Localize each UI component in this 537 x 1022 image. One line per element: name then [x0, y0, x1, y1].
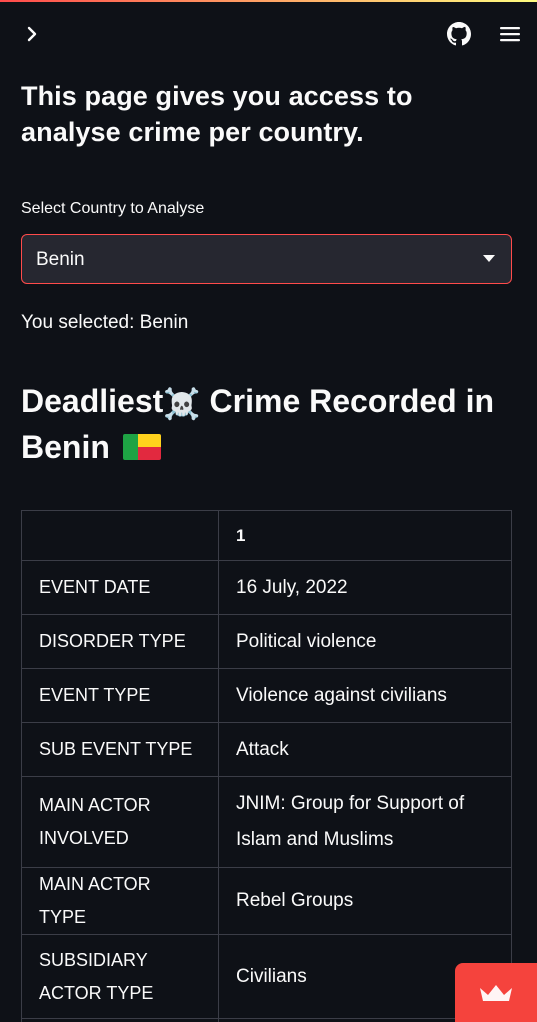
header	[0, 2, 537, 62]
table-row: EVENT DATE 16 July, 2022	[21, 560, 512, 615]
row-value: Violence against civilians	[218, 668, 512, 723]
row-value: JNIM: Group for Support of Islam and Mus…	[218, 776, 512, 868]
streamlit-crown-icon	[480, 984, 512, 1001]
intro-heading: This page gives you access to analyse cr…	[21, 81, 413, 147]
table-row: MAIN ACTOR INVOLVED JNIM: Group for Supp…	[21, 776, 512, 868]
table-row: MAIN ACTOR TYPE Rebel Groups	[21, 867, 512, 935]
benin-flag-icon	[122, 434, 161, 460]
selected-country-text: You selected: Benin	[21, 312, 189, 333]
table-column-header: 1	[218, 510, 512, 561]
table-row: DISORDER TYPE Political violence	[21, 614, 512, 669]
row-key: EVENT DATE	[21, 560, 219, 615]
row-key: SUBSIDIARY ACTOR TYPE	[21, 934, 219, 1019]
github-button[interactable]	[446, 21, 472, 47]
table-row: SUB EVENT TYPE Attack	[21, 722, 512, 777]
country-select[interactable]: Benin	[21, 234, 512, 284]
country-select-label: Select Country to Analyse	[21, 200, 205, 217]
row-key: DISORDER TYPE	[21, 614, 219, 669]
hamburger-menu-icon	[500, 27, 520, 42]
streamlit-badge-button[interactable]	[455, 963, 537, 1022]
main-content: This page gives you access to analyse cr…	[21, 78, 512, 468]
country-select-value: Benin	[36, 249, 85, 270]
row-value: Attack	[218, 722, 512, 777]
row-value: Rebel Groups	[218, 867, 512, 935]
row-key	[21, 1018, 219, 1022]
github-icon	[447, 22, 471, 46]
table-row: EVENT TYPE Violence against civilians	[21, 668, 512, 723]
skull-icon: ☠️	[163, 387, 201, 422]
deadliest-crime-heading: Deadliest☠️ Crime Recorded in Benin	[21, 380, 512, 468]
row-key: MAIN ACTOR TYPE	[21, 867, 219, 935]
app-page: This page gives you access to analyse cr…	[0, 0, 537, 1022]
chevron-right-icon	[27, 26, 37, 42]
row-value: 16 July, 2022	[218, 560, 512, 615]
deadliest-title-part1: Deadliest	[21, 383, 164, 419]
row-key: EVENT TYPE	[21, 668, 219, 723]
crime-details-table: 1 EVENT DATE 16 July, 2022 DISORDER TYPE…	[21, 510, 512, 1022]
row-value: Political violence	[218, 614, 512, 669]
expand-sidebar-button[interactable]	[20, 22, 44, 46]
table-index-header	[21, 510, 219, 561]
table-row: SUBSIDIARY ACTOR TYPE Civilians	[21, 934, 512, 1019]
row-key: MAIN ACTOR INVOLVED	[21, 776, 219, 868]
main-menu-button[interactable]	[497, 21, 523, 47]
row-key: SUB EVENT TYPE	[21, 722, 219, 777]
table-row	[21, 1018, 512, 1022]
table-header-row: 1	[21, 510, 512, 561]
caret-down-icon	[483, 255, 495, 262]
